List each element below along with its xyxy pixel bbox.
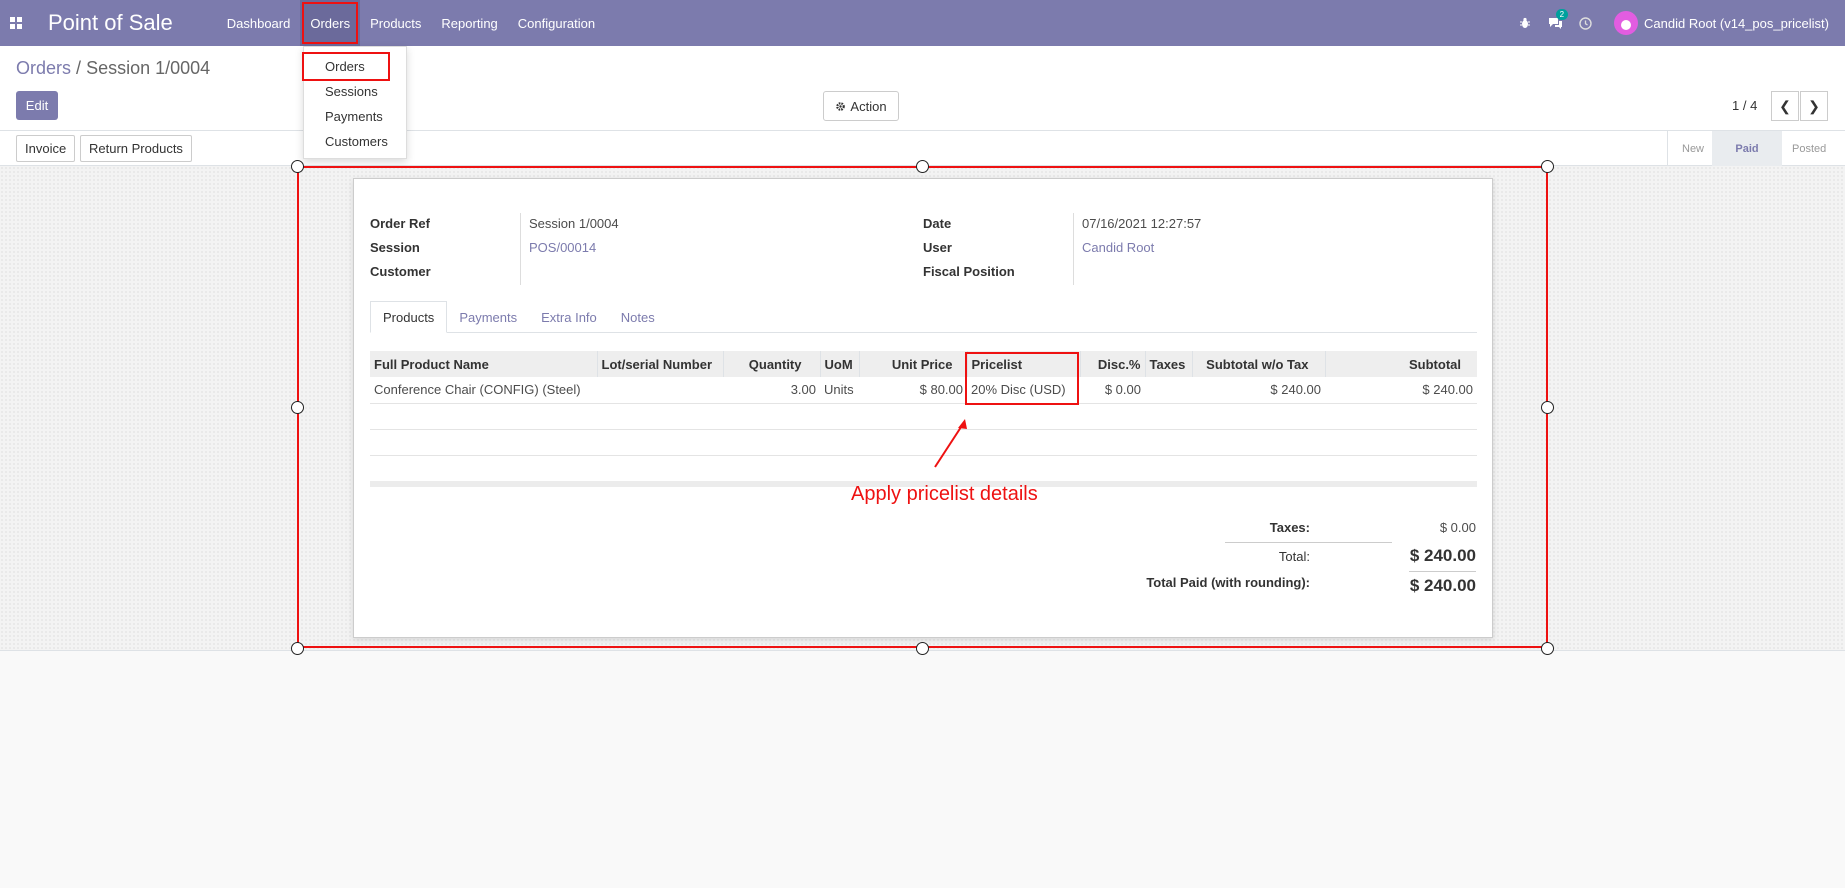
field-divider xyxy=(520,213,521,285)
tab-payments[interactable]: Payments xyxy=(447,301,529,333)
order-lines-table: Full Product Name Lot/serial Number Quan… xyxy=(370,351,1477,482)
table-row xyxy=(370,455,1477,482)
cell-product: Conference Chair (CONFIG) (Steel) xyxy=(370,377,597,404)
pager-next-button[interactable]: ❯ xyxy=(1800,91,1828,121)
totals-divider xyxy=(1409,571,1476,572)
menu-reporting[interactable]: Reporting xyxy=(431,0,507,46)
dropdown-item-sessions[interactable]: Sessions xyxy=(304,79,408,103)
menu-configuration[interactable]: Configuration xyxy=(508,0,605,46)
invoice-button[interactable]: Invoice xyxy=(16,135,76,162)
grid-icon xyxy=(10,17,22,29)
cell-uom: Units xyxy=(820,377,859,404)
highlight-pricelist xyxy=(965,352,1079,405)
stage-new[interactable]: New xyxy=(1667,131,1718,166)
user-avatar[interactable] xyxy=(1614,11,1639,35)
taxes-total-value: $ 0.00 xyxy=(1439,520,1476,535)
resize-handle[interactable] xyxy=(291,401,304,414)
fiscal-position-label: Fiscal Position xyxy=(923,264,1015,279)
apps-menu-button[interactable] xyxy=(0,17,32,29)
return-products-button[interactable]: Return Products xyxy=(80,135,192,162)
resize-handle[interactable] xyxy=(916,642,929,655)
date-value: 07/16/2021 12:27:57 xyxy=(1082,216,1202,231)
customer-label: Customer xyxy=(370,264,431,279)
col-subtotal-wo-tax[interactable]: Subtotal w/o Tax xyxy=(1191,351,1325,377)
table-row[interactable]: Conference Chair (CONFIG) (Steel) 3.00 U… xyxy=(370,377,1477,404)
tab-notes[interactable]: Notes xyxy=(609,301,667,333)
col-discount[interactable]: Disc.% xyxy=(1079,351,1145,377)
col-taxes[interactable]: Taxes xyxy=(1144,351,1192,377)
stage-paid[interactable]: Paid xyxy=(1712,131,1782,166)
top-navbar: Point of Sale Dashboard Orders Products … xyxy=(0,0,1845,46)
resize-handle[interactable] xyxy=(291,642,304,655)
cell-quantity: 3.00 xyxy=(723,377,820,404)
user-link[interactable]: Candid Root xyxy=(1082,240,1154,255)
breadcrumb: Orders / Session 1/0004 xyxy=(16,58,210,79)
systray: 2 Candid Root (v14_pos_pricelist) xyxy=(1510,0,1845,46)
menu-dashboard[interactable]: Dashboard xyxy=(217,0,301,46)
menu-orders[interactable]: Orders xyxy=(300,0,361,46)
cell-taxes xyxy=(1145,377,1192,404)
chat-badge: 2 xyxy=(1555,8,1569,20)
col-lot[interactable]: Lot/serial Number xyxy=(596,351,723,377)
resize-handle[interactable] xyxy=(291,160,304,173)
col-product[interactable]: Full Product Name xyxy=(370,351,597,377)
table-row xyxy=(370,429,1477,456)
edit-button[interactable]: Edit xyxy=(16,91,58,120)
col-quantity[interactable]: Quantity xyxy=(722,351,820,377)
chevron-left-icon: ❮ xyxy=(1779,97,1791,114)
main-menu: Dashboard Orders Products Reporting Conf… xyxy=(217,0,605,46)
gear-icon xyxy=(836,101,846,111)
cell-lot xyxy=(597,377,723,404)
pager-value[interactable]: 1 / 4 xyxy=(1732,98,1757,113)
field-divider xyxy=(1073,213,1074,285)
debug-bug-icon[interactable] xyxy=(1510,17,1540,29)
order-ref-value: Session 1/0004 xyxy=(529,216,619,231)
pager-previous-button[interactable]: ❮ xyxy=(1771,91,1799,121)
dropdown-item-payments[interactable]: Payments xyxy=(304,104,408,128)
total-value: $ 240.00 xyxy=(1409,546,1476,565)
cell-discount: $ 0.00 xyxy=(1080,377,1145,404)
messages-button[interactable]: 2 xyxy=(1540,8,1570,30)
action-label: Action xyxy=(850,98,887,114)
activity-clock-icon[interactable] xyxy=(1570,16,1600,30)
resize-handle[interactable] xyxy=(1541,642,1554,655)
col-unit-price[interactable]: Unit Price xyxy=(858,351,967,377)
order-ref-label: Order Ref xyxy=(370,216,430,231)
breadcrumb-separator: / xyxy=(76,58,82,78)
breadcrumb-current: Session 1/0004 xyxy=(86,58,211,78)
session-link[interactable]: POS/00014 xyxy=(529,240,596,255)
dropdown-item-customers[interactable]: Customers xyxy=(304,129,408,153)
cell-subtotal-wo-tax: $ 240.00 xyxy=(1192,377,1325,404)
date-label: Date xyxy=(923,216,952,231)
table-row xyxy=(370,403,1477,430)
table-header-row: Full Product Name Lot/serial Number Quan… xyxy=(370,351,1477,377)
resize-handle[interactable] xyxy=(1541,401,1554,414)
chevron-right-icon: ❯ xyxy=(1808,97,1820,114)
col-subtotal[interactable]: Subtotal xyxy=(1324,351,1477,377)
breadcrumb-orders-link[interactable]: Orders xyxy=(16,58,71,78)
app-brand: Point of Sale xyxy=(48,10,173,35)
notebook-tabs: Products Payments Extra Info Notes xyxy=(370,301,1477,333)
session-label: Session xyxy=(370,240,420,255)
total-paid-value: $ 240.00 xyxy=(1409,576,1476,595)
tab-products[interactable]: Products xyxy=(370,301,448,333)
menu-products[interactable]: Products xyxy=(360,0,431,46)
totals-divider xyxy=(1225,542,1392,543)
control-panel: Orders / Session 1/0004 Edit Action 1 / … xyxy=(0,46,1845,131)
annotation-text: Apply pricelist details xyxy=(851,483,1038,505)
user-menu[interactable]: Candid Root (v14_pos_pricelist) xyxy=(1644,16,1829,31)
stage-posted[interactable]: Posted xyxy=(1778,131,1840,166)
cell-unit-price: $ 80.00 xyxy=(859,377,967,404)
tab-extra-info[interactable]: Extra Info xyxy=(529,301,609,333)
form-sheet: Order Ref Session 1/0004 Session POS/000… xyxy=(353,178,1493,638)
user-label: User xyxy=(923,240,952,255)
resize-handle[interactable] xyxy=(1541,160,1554,173)
cell-subtotal: $ 240.00 xyxy=(1325,377,1477,404)
annotation-arrow-icon xyxy=(934,419,967,468)
highlight-orders-item xyxy=(302,52,390,81)
resize-handle[interactable] xyxy=(916,160,929,173)
col-uom[interactable]: UoM xyxy=(819,351,859,377)
action-button[interactable]: Action xyxy=(823,91,899,121)
